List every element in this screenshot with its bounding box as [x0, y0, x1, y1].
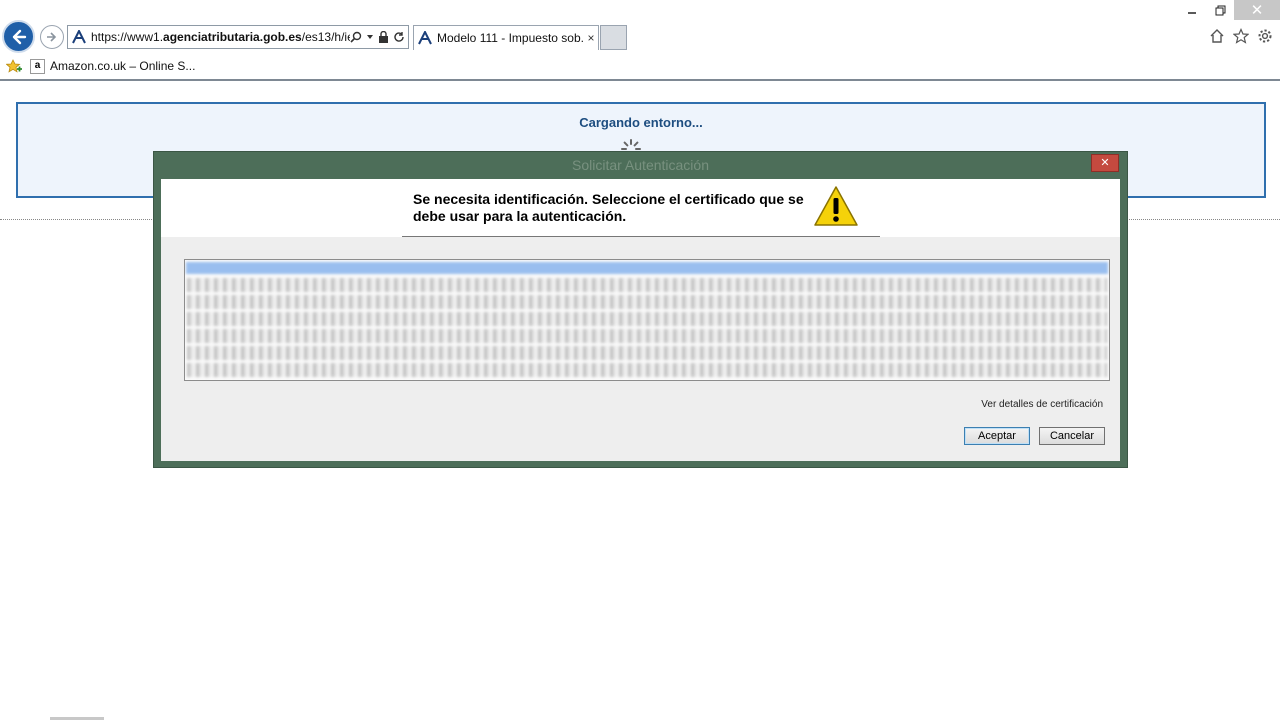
address-icons [350, 31, 408, 43]
favorite-item-amazon[interactable]: a Amazon.co.uk – Online S... [30, 58, 196, 74]
amazon-a-icon: a [30, 58, 45, 74]
address-bar[interactable]: https://www1.agenciatributaria.gob.es/es… [67, 25, 409, 49]
minimize-icon [1188, 12, 1196, 14]
identification-prompt: Se necesita identificación. Seleccione e… [413, 191, 804, 224]
certificate-row-selected[interactable] [186, 262, 1108, 274]
dialog-body: Se necesita identificación. Seleccione e… [161, 179, 1120, 461]
chrome-divider [0, 79, 1280, 81]
site-favicon [71, 29, 87, 45]
back-button[interactable] [2, 20, 35, 53]
certificate-row[interactable] [187, 329, 1107, 343]
url-suffix: /es13/h/ie11 [301, 30, 350, 44]
certificate-list[interactable] [184, 259, 1110, 381]
certificate-row[interactable] [187, 278, 1107, 292]
restore-button[interactable] [1206, 0, 1234, 20]
tab-close-icon[interactable]: × [584, 31, 598, 45]
certificate-row[interactable] [187, 346, 1107, 360]
dialog-close-button[interactable]: ✕ [1091, 154, 1119, 172]
certificate-row[interactable] [187, 295, 1107, 309]
warning-triangle-icon [814, 186, 858, 226]
browser-chrome: ✕ https://www1.agenciatributaria.gob.es/… [0, 0, 1280, 81]
browser-toolbar-icons [1208, 27, 1274, 45]
tab-title: Modelo 111 - Impuesto sob... [437, 31, 584, 45]
certificate-row[interactable] [187, 312, 1107, 326]
dialog-header: Se necesita identificación. Seleccione e… [161, 179, 1120, 237]
favorites-bar: a Amazon.co.uk – Online S... [0, 55, 1280, 77]
arrow-right-icon [47, 32, 57, 42]
favorite-item-label: Amazon.co.uk – Online S... [50, 59, 196, 73]
restore-icon [1215, 5, 1225, 15]
view-certificate-details-link[interactable]: Ver detalles de certificación [981, 399, 1103, 410]
add-favorite-icon[interactable] [6, 58, 24, 74]
minimize-button[interactable] [1178, 0, 1206, 20]
home-icon[interactable] [1208, 27, 1226, 45]
dropdown-icon[interactable] [366, 33, 374, 41]
window-controls: ✕ [1178, 0, 1280, 20]
authentication-dialog: Solicitar Autenticación ✕ Se necesita id… [153, 151, 1128, 468]
search-icon[interactable] [350, 31, 362, 43]
gear-icon[interactable] [1256, 27, 1274, 45]
accept-button[interactable]: Aceptar [964, 427, 1030, 445]
url-text[interactable]: https://www1.agenciatributaria.gob.es/es… [91, 30, 350, 44]
certificate-row[interactable] [187, 363, 1107, 377]
lock-icon[interactable] [378, 31, 389, 43]
refresh-icon[interactable] [393, 31, 405, 43]
header-rule [402, 236, 880, 237]
agencia-tributaria-logo-icon [418, 31, 432, 45]
forward-button[interactable] [40, 25, 64, 49]
cancel-button[interactable]: Cancelar [1039, 427, 1105, 445]
loading-text: Cargando entorno... [579, 115, 703, 130]
arrow-left-icon [12, 29, 26, 44]
url-domain: agenciatributaria.gob.es [163, 30, 302, 44]
tab-favicon [417, 30, 433, 46]
agencia-tributaria-logo-icon [72, 30, 86, 44]
new-tab-button[interactable] [600, 25, 627, 50]
url-prefix: https://www1. [91, 30, 164, 44]
tab-modelo-111[interactable]: Modelo 111 - Impuesto sob... × [413, 25, 599, 50]
favorites-star-icon[interactable] [1232, 27, 1250, 45]
dialog-title: Solicitar Autenticación [572, 157, 709, 173]
window-close-button[interactable]: ✕ [1234, 0, 1280, 20]
